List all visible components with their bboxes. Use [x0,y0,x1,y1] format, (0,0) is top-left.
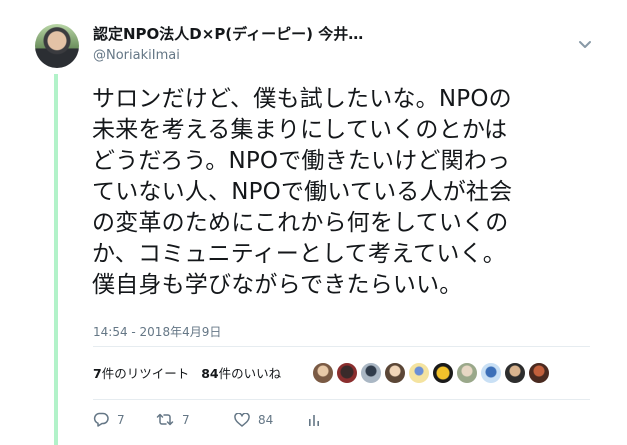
liker-avatar[interactable] [504,362,526,384]
retweet-icon [156,413,174,426]
tweet-text-line: ていない人、NPOで働いている人が社会 [92,179,513,205]
liker-avatar[interactable] [432,362,454,384]
liker-avatar[interactable] [384,362,406,384]
engagement-stats: 7件のリツイート 84件のいいね [93,363,281,382]
avatar[interactable] [35,24,79,68]
tweet-text: サロンだけど、僕も試したいな。NPOの 未来を考える集まりにしていくのとかは ど… [92,84,602,301]
liker-avatar[interactable] [360,362,382,384]
retweets-stat[interactable]: 7件のリツイート [93,366,189,381]
tweet-header: 認定NPO法人D×P(ディーピー) 今井… @NoriakiImai [93,23,533,63]
reply-icon [93,412,109,427]
likes-count: 84 [201,366,219,381]
liker-avatar[interactable] [336,362,358,384]
tweet-actions: 7 7 84 [93,412,320,427]
tweet-text-line: か、コミュニティーとして考えていく。 [92,241,506,267]
heart-icon [234,412,250,427]
divider [93,346,590,347]
user-handle[interactable]: @NoriakiImai [93,48,533,63]
reply-count: 7 [117,412,125,427]
tweet-text-line: サロンだけど、僕も試したいな。NPOの [92,86,512,112]
liker-avatar[interactable] [312,362,334,384]
likes-label: 件のいいね [218,366,282,381]
liker-avatar[interactable] [528,362,550,384]
divider [93,399,590,400]
tweet-text-line: どうだろう。NPOで働きたいけど関わっ [92,148,511,174]
liker-avatar[interactable] [408,362,430,384]
reply-button[interactable]: 7 [93,412,156,427]
liker-avatars [312,362,552,384]
liker-avatar[interactable] [480,362,502,384]
like-button[interactable]: 84 [234,412,308,427]
chevron-down-icon[interactable] [578,40,592,50]
retweets-label: 件のリツイート [101,366,190,381]
retweet-count: 7 [182,412,190,427]
thread-line [54,74,58,445]
retweets-count: 7 [93,366,102,381]
tweet-text-line: 未来を考える集まりにしていくのとかは [92,117,508,143]
retweet-button[interactable]: 7 [156,413,234,427]
likes-stat[interactable]: 84件のいいね [201,366,281,381]
analytics-button[interactable] [308,413,320,427]
analytics-icon [309,414,319,426]
display-name[interactable]: 認定NPO法人D×P(ディーピー) 今井… [93,23,533,44]
liker-avatar[interactable] [456,362,478,384]
tweet-text-line: 僕自身も学びながらできたらいい。 [92,272,463,298]
tweet-text-line: の変革のためにこれから何をしていくの [92,210,509,236]
like-count: 84 [258,412,274,427]
tweet-timestamp[interactable]: 14:54 - 2018年4月9日 [93,323,221,340]
